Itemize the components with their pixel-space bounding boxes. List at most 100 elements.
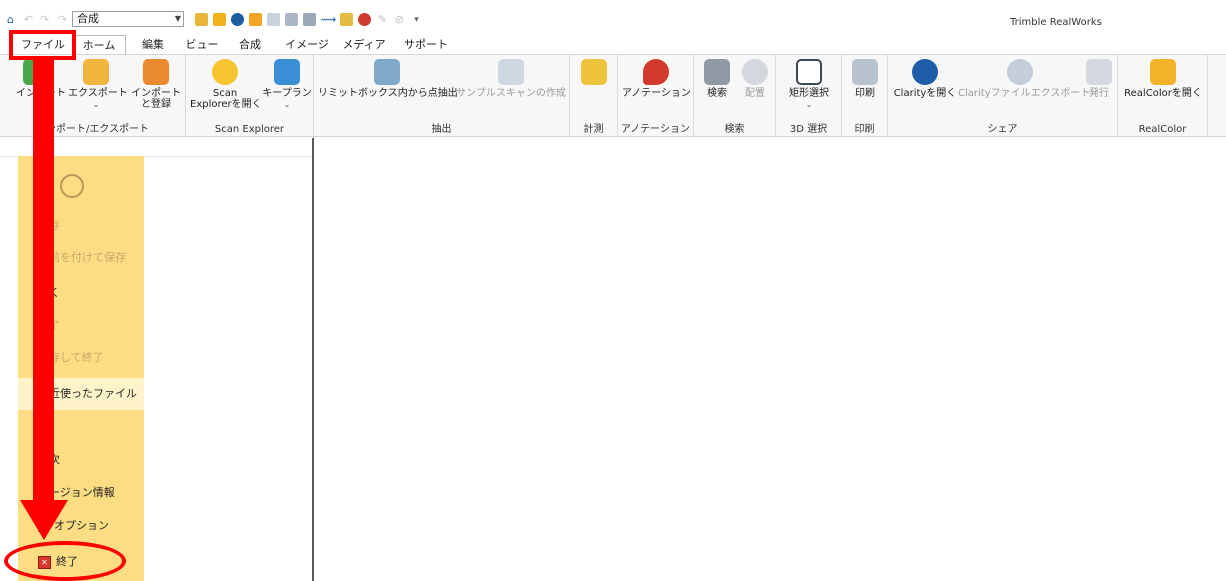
open-clarity-button[interactable]: Clarityを開く [892,59,958,99]
clarity-export-label: Clarityファイルエクスポート [958,88,1091,99]
annotation-button[interactable]: アノテーション [622,59,691,99]
group-label-scan-explorer: Scan Explorer [214,124,285,135]
workspace-combo-value: 合成 [77,12,99,25]
publish-icon [1086,59,1112,85]
keyplan-button[interactable]: キープラン ⌄ [262,59,312,110]
scan-explorer-button[interactable]: Scan Explorerを開く [190,59,262,110]
group-label-share: シェア [987,124,1018,135]
ribbon: インポート エクスポート ⌄ インポート と登録 インポート/エクスポート Sc… [0,54,1226,138]
scan-explorer-label-2: Explorerを開く [190,99,262,110]
open-realcolor-label: RealColorを開く [1124,88,1202,99]
title-bar: ⌂ ↶ ↷ ↷ 合成 ▼ ⟿ ✎ ⊘ ▾ Trimble RealWorks [0,0,1226,32]
limit-box-extract-button[interactable]: リミットボックス内から点抽出 [318,59,458,99]
arrange-button[interactable]: 配置 [738,59,772,99]
print-button[interactable]: 印刷 [850,59,880,99]
annotation-pin-icon [643,59,669,85]
printer-icon [852,59,878,85]
scan-explorer-label-1: Scan [212,88,238,99]
exit-highlight-ellipse [4,541,126,581]
group-import-export: インポート エクスポート ⌄ インポート と登録 インポート/エクスポート [0,55,186,138]
group-label-import-export: インポート/エクスポート [35,124,150,135]
import-register-label-2: と登録 [141,99,171,110]
red-arrow-head [20,500,68,540]
group-extract: リミットボックス内から点抽出 サンプルスキャンの作成 抽出 [314,55,570,138]
ribbon-tabs: ファイル ホーム 編集 ビュー 合成 イメージ メディア サポート [0,35,1226,54]
sample-scan-button[interactable]: サンプルスキャンの作成 [454,59,568,99]
tab-registration[interactable]: 合成 [232,35,268,54]
export-label: エクスポート [68,88,128,99]
app-title: Trimble RealWorks [1010,17,1102,28]
cancel-disabled-icon[interactable]: ⊘ [393,13,406,26]
open-realcolor-button[interactable]: RealColorを開く [1124,59,1202,99]
app-home-icon[interactable]: ⌂ [4,13,17,26]
export-button[interactable]: エクスポート ⌄ [68,59,128,110]
globe-icon[interactable] [231,13,244,26]
pencil-quick-icon[interactable] [340,13,353,26]
limit-box-icon [374,59,400,85]
keyplan-label: キープラン [262,88,312,99]
print-label: 印刷 [855,88,875,99]
edit-disabled-icon[interactable]: ✎ [376,13,389,26]
group-realcolor: RealColorを開く RealColor [1118,55,1208,138]
clarity-icon [912,59,938,85]
measure-quick-icon[interactable]: ⟿ [321,13,337,26]
document-quick-icon[interactable] [303,13,316,26]
customize-qat-icon[interactable]: ▾ [410,13,423,26]
arrange-label: 配置 [745,88,765,99]
annotation-label: アノテーション [622,88,691,99]
redo-dropdown-icon[interactable]: ↷ [56,13,69,26]
print-quick-icon[interactable] [285,13,298,26]
open-project-icon[interactable] [195,13,208,26]
save-quick-icon[interactable] [267,13,280,26]
measure-button[interactable] [580,59,608,88]
rect-select-icon [796,59,822,85]
tab-image[interactable]: イメージ [284,35,330,54]
limit-box-label: リミットボックス内から点抽出 [318,88,458,99]
rect-select-button[interactable]: 矩形選択 ⌄ [782,59,836,110]
group-print: 印刷 印刷 [842,55,888,138]
rect-select-dropdown-icon: ⌄ [805,100,813,109]
import-register-button[interactable]: インポート と登録 [130,59,182,110]
search-icon [704,59,730,85]
tab-support[interactable]: サポート [398,35,454,54]
publish-button[interactable]: 発行 [1084,59,1114,99]
workspace-combo[interactable]: 合成 ▼ [72,11,184,27]
tab-edit[interactable]: 編集 [134,35,172,54]
redo-icon[interactable]: ↷ [38,13,51,26]
group-annotation: アノテーション アノテーション [618,55,694,138]
export-dropdown-icon: ⌄ [92,100,100,109]
search-button[interactable]: 検索 [700,59,734,99]
group-label-3d-select: 3D 選択 [789,124,828,135]
group-label-search: 検索 [724,124,745,135]
group-measure: 計測 [570,55,618,138]
tab-home[interactable]: ホーム [72,35,126,54]
import-quick-icon[interactable] [249,13,262,26]
group-label-print: 印刷 [854,124,875,135]
ruler-icon [581,59,607,85]
group-3d-select: 矩形選択 ⌄ 3D 選択 [776,55,842,138]
file-tab-highlight [9,30,76,60]
chevron-down-icon: ▼ [174,14,181,23]
group-label-realcolor: RealColor [1138,124,1187,135]
group-label-annotation: アノテーション [621,124,690,135]
sample-scan-icon [498,59,524,85]
tab-media[interactable]: メディア [342,35,386,54]
back-arrow-icon[interactable] [60,174,84,198]
keyplan-dropdown-icon: ⌄ [283,100,291,109]
annotation-quick-icon[interactable] [358,13,371,26]
group-share: Clarityを開く Clarityファイルエクスポート 発行 シェア [888,55,1118,138]
red-arrow-shaft [33,60,54,502]
export-icon [83,59,109,85]
clarity-export-button[interactable]: Clarityファイルエクスポート [958,59,1090,99]
panel-splitter[interactable] [312,138,314,581]
open-clarity-label: Clarityを開く [893,88,957,99]
group-label-extract: 抽出 [431,124,452,135]
group-scan-explorer: Scan Explorerを開く キープラン ⌄ Scan Explorer [186,55,314,138]
import-register-label-1: インポート [131,88,181,99]
group-search: 検索 配置 検索 [694,55,776,138]
undo-icon[interactable]: ↶ [22,13,35,26]
tab-view[interactable]: ビュー [184,35,220,54]
clarity-export-icon [1007,59,1033,85]
import-register-icon [143,59,169,85]
scan-icon[interactable] [213,13,226,26]
